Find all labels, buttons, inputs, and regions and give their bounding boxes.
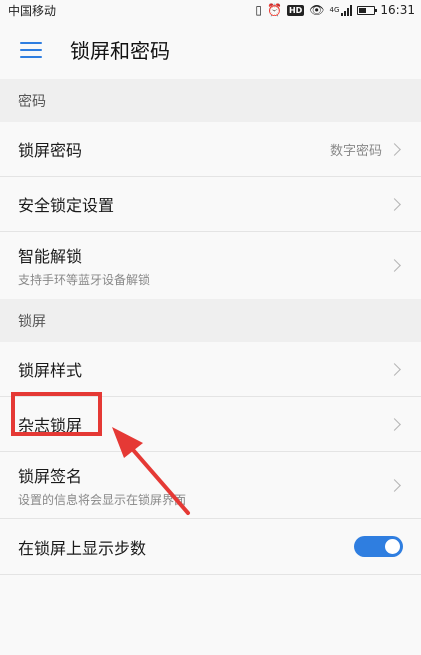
menu-icon[interactable] (20, 41, 42, 58)
magazine-lockscreen-row[interactable]: 杂志锁屏 (0, 397, 421, 452)
lockscreen-signature-label: 锁屏签名 (18, 466, 83, 486)
chevron-right-icon (388, 417, 401, 431)
chevron-right-icon (388, 197, 401, 211)
chevron-right-icon (388, 142, 401, 156)
show-steps-toggle[interactable] (354, 536, 403, 557)
lock-password-value: 数字密码 (329, 143, 382, 159)
empty-area (0, 574, 421, 655)
chevron-right-icon (388, 259, 401, 272)
lock-password-row[interactable]: 锁屏密码 数字密码 (0, 122, 421, 177)
carrier-label: 中国移动 (8, 3, 57, 18)
eye-icon: 👁 (309, 3, 325, 17)
magazine-lockscreen-label: 杂志锁屏 (18, 416, 83, 435)
battery-level (359, 7, 366, 13)
status-bar: 中国移动 ▯ ⏰ HD 👁 4G 16:31 (0, 0, 421, 20)
lockscreen-style-label: 锁屏样式 (18, 361, 83, 380)
smart-unlock-label: 智能解锁 (18, 247, 83, 266)
lockscreen-signature-row[interactable]: 锁屏签名 设置的信息将会显示在锁屏界面 (0, 452, 421, 519)
signal-icon (341, 4, 353, 16)
alarm-icon: ⏰ (266, 3, 282, 17)
lockscreen-signature-subtitle: 设置的信息将会显示在锁屏界面 (18, 492, 187, 507)
network-type: 4G (329, 6, 340, 14)
hd-icon: HD (286, 4, 305, 16)
clock: 16:31 (380, 3, 415, 17)
vibrate-icon: ▯ (255, 3, 262, 17)
smart-unlock-row[interactable]: 智能解锁 支持手环等蓝牙设备解锁 (0, 232, 421, 299)
battery-icon (357, 5, 378, 15)
page-title: 锁屏和密码 (70, 39, 170, 63)
section-header-lockscreen: 锁屏 (0, 299, 421, 342)
smart-unlock-subtitle: 支持手环等蓝牙设备解锁 (18, 273, 151, 287)
lock-password-label: 锁屏密码 (18, 141, 83, 160)
chevron-right-icon (388, 478, 401, 492)
lockscreen-style-row[interactable]: 锁屏样式 (0, 342, 421, 397)
section-header-password: 密码 (0, 79, 421, 122)
toggle-knob (385, 539, 400, 554)
chevron-right-icon (388, 362, 401, 376)
app-bar: 锁屏和密码 (0, 20, 421, 79)
show-steps-label: 在锁屏上显示步数 (18, 538, 147, 558)
security-lock-row[interactable]: 安全锁定设置 (0, 177, 421, 232)
security-lock-label: 安全锁定设置 (18, 196, 115, 215)
show-steps-row: 在锁屏上显示步数 (0, 519, 421, 574)
